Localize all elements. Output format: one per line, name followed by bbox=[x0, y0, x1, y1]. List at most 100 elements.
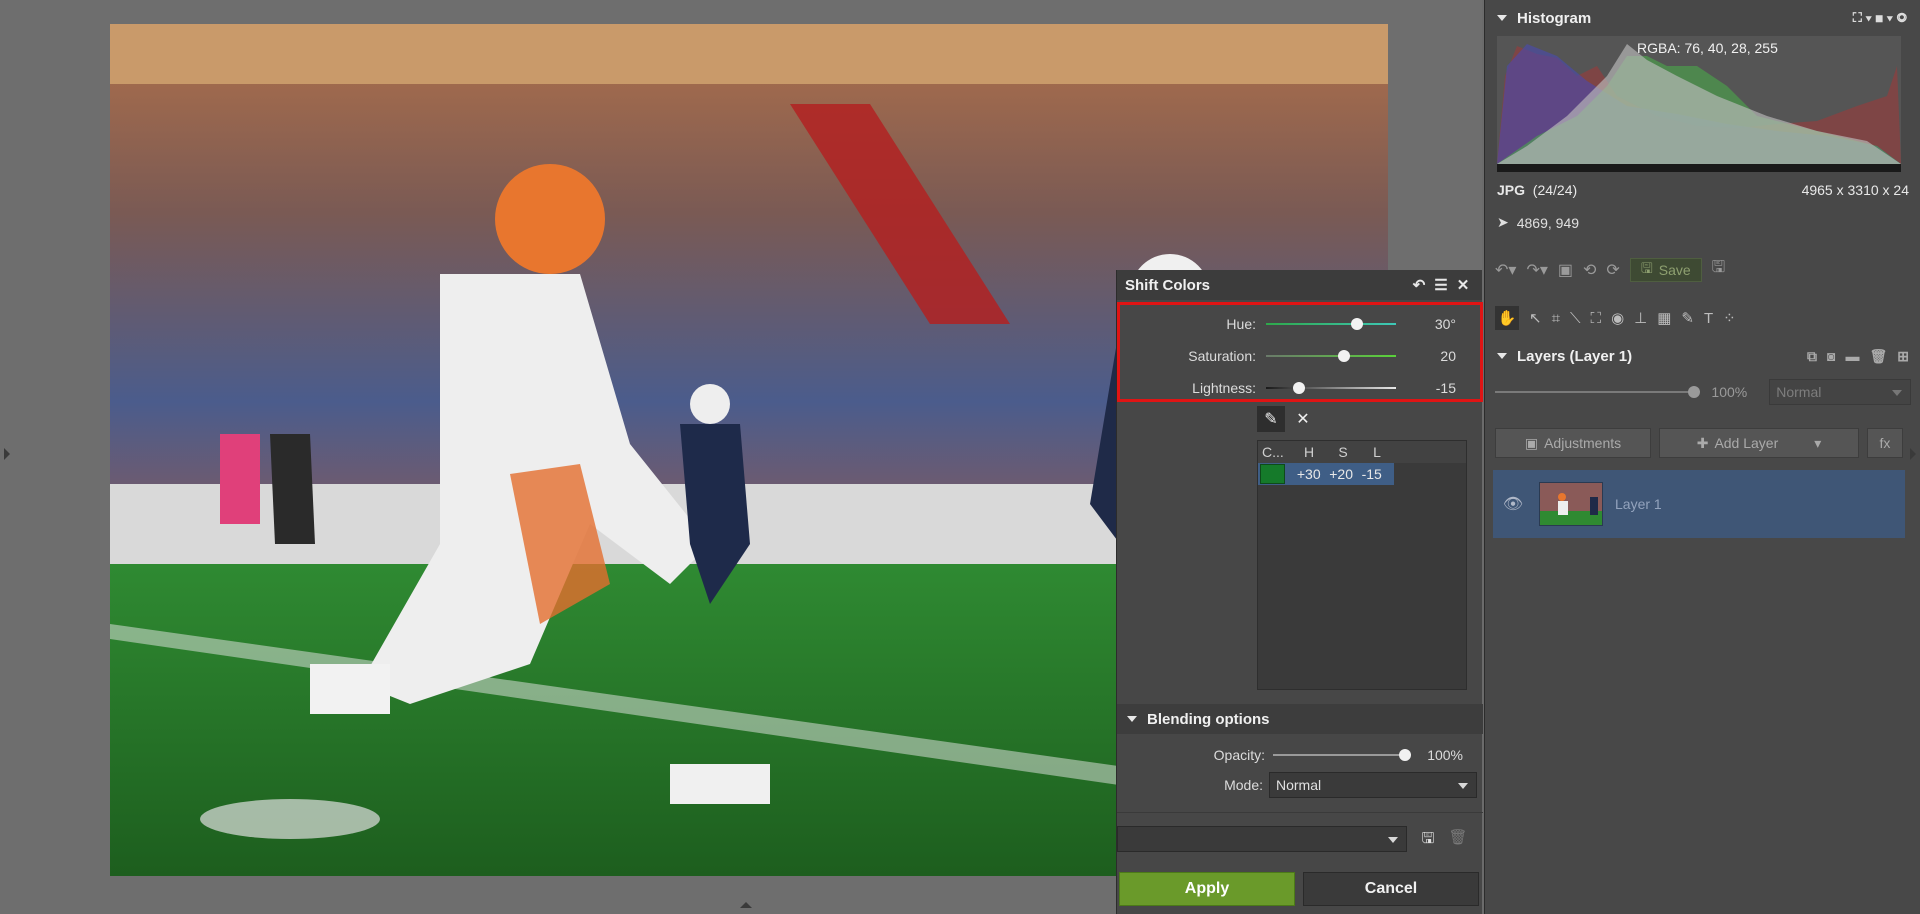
adjustments-button[interactable]: ▣ Adjustments bbox=[1495, 428, 1651, 458]
hand-tool-icon[interactable]: ✋ bbox=[1495, 306, 1519, 330]
divider bbox=[1117, 812, 1483, 813]
saturation-value[interactable]: 20 bbox=[1396, 348, 1456, 364]
preset-select[interactable] bbox=[1117, 826, 1407, 852]
folder-icon[interactable]: ▬ bbox=[1845, 348, 1859, 365]
expand-right-icon[interactable] bbox=[1910, 448, 1916, 460]
cursor-coords: 4869, 949 bbox=[1516, 214, 1580, 231]
col-s: S bbox=[1338, 444, 1348, 460]
transform-tool-icon[interactable]: ⟍ bbox=[1570, 310, 1581, 327]
saturation-slider-knob[interactable] bbox=[1338, 350, 1350, 362]
layers-title: Layers (Layer 1) bbox=[1517, 347, 1633, 365]
close-icon[interactable]: ✕ bbox=[1452, 276, 1474, 294]
delete-layer-icon[interactable]: 🗑 bbox=[1869, 348, 1887, 365]
saturation-slider[interactable] bbox=[1266, 350, 1396, 362]
row-h: +30 bbox=[1296, 466, 1321, 482]
histogram-options-icon[interactable]: ⛶ ▾ ◼ ▾ ◎ bbox=[1853, 10, 1907, 26]
right-panel: Histogram ⛶ ▾ ◼ ▾ ◎ RGBA: 76, 40, 28, 25… bbox=[1484, 0, 1920, 914]
redo-icon[interactable]: ↷▾ bbox=[1526, 260, 1547, 280]
chevron-down-icon bbox=[1388, 837, 1398, 843]
file-info-row: JPG (24/24) 4965 x 3310 x 24 bbox=[1497, 182, 1909, 198]
expand-left-icon[interactable] bbox=[4, 448, 10, 460]
duplicate-layer-icon[interactable]: ⧉ bbox=[1807, 348, 1817, 365]
hue-label: Hue: bbox=[1226, 316, 1256, 332]
chevron-down-icon[interactable]: ▾ bbox=[1814, 435, 1821, 452]
merge-layers-icon[interactable]: ⊞ bbox=[1897, 348, 1909, 365]
undo-icon[interactable]: ↶▾ bbox=[1495, 260, 1516, 280]
lightness-row: Lightness: -15 bbox=[1120, 377, 1480, 399]
apply-button[interactable]: Apply bbox=[1119, 872, 1295, 906]
histogram-title: Histogram bbox=[1517, 9, 1592, 27]
lightness-label: Lightness: bbox=[1192, 380, 1256, 396]
mode-row: Mode: Normal bbox=[1117, 772, 1483, 798]
layer-opacity-value[interactable]: 100% bbox=[1694, 384, 1747, 400]
opacity-value[interactable]: 100% bbox=[1405, 747, 1463, 763]
save-button[interactable]: 🖫 Save bbox=[1629, 257, 1702, 282]
clone-tool-icon[interactable]: ✎ bbox=[1681, 309, 1694, 327]
lightness-slider[interactable] bbox=[1266, 382, 1396, 394]
save-label: Save bbox=[1658, 261, 1691, 278]
dialog-titlebar: Shift Colors ↶ ☰ ✕ bbox=[1117, 270, 1482, 300]
lightness-slider-knob[interactable] bbox=[1292, 382, 1305, 394]
menu-icon[interactable]: ☰ bbox=[1430, 276, 1452, 294]
rotate-right-icon[interactable]: ⟳ bbox=[1606, 260, 1619, 280]
picker-row: ✎ ✕ bbox=[1257, 406, 1317, 432]
layer-opacity-row: 100% Normal bbox=[1495, 379, 1911, 405]
add-layer-button[interactable]: ✚ Add Layer ▾ bbox=[1659, 428, 1859, 458]
file-index: (24/24) bbox=[1532, 182, 1578, 198]
col-color: C... bbox=[1262, 444, 1284, 460]
brush-tool-icon[interactable]: ▦ bbox=[1657, 309, 1671, 327]
text-tool-icon[interactable]: T bbox=[1704, 310, 1713, 327]
dialog-title: Shift Colors bbox=[1125, 276, 1210, 294]
opacity-slider-knob[interactable] bbox=[1399, 749, 1411, 761]
save-as-icon[interactable]: 🖫 bbox=[1712, 256, 1726, 283]
layer-item[interactable]: 👁 Layer 1 bbox=[1493, 470, 1905, 538]
saturation-row: Saturation: 20 bbox=[1120, 345, 1480, 367]
add-layer-label: Add Layer bbox=[1714, 435, 1779, 451]
layer-opacity-knob[interactable] bbox=[1687, 386, 1700, 398]
plus-icon: ✚ bbox=[1696, 434, 1709, 451]
histogram-header[interactable]: Histogram ⛶ ▾ ◼ ▾ ◎ bbox=[1485, 2, 1920, 34]
row-s: +20 bbox=[1329, 466, 1353, 482]
eyedropper-icon[interactable]: ✎ bbox=[1257, 406, 1285, 432]
layer-blend-mode-select[interactable]: Normal bbox=[1769, 379, 1911, 405]
layer-opacity-slider[interactable] bbox=[1495, 386, 1700, 398]
params-highlight-box: Hue: 30° Saturation: 20 Lightness: -15 bbox=[1117, 302, 1483, 402]
pointer-tool-icon[interactable]: ↖ bbox=[1529, 309, 1542, 327]
visibility-eye-icon[interactable]: 👁 bbox=[1493, 494, 1533, 514]
fx-button[interactable]: fx bbox=[1867, 428, 1903, 458]
layer-actions: ⧉ ◙ ▬ 🗑 ⊞ bbox=[1807, 348, 1909, 365]
table-row[interactable]: +30 +20 -15 bbox=[1258, 463, 1394, 485]
image-icon[interactable]: ▣ bbox=[1558, 260, 1573, 280]
collapse-icon bbox=[1497, 353, 1507, 359]
cancel-button[interactable]: Cancel bbox=[1303, 872, 1479, 906]
mode-select[interactable]: Normal bbox=[1269, 772, 1477, 798]
reset-icon[interactable]: ↶ bbox=[1408, 276, 1430, 294]
selection-tool-icon[interactable]: ⛶ bbox=[1591, 310, 1602, 327]
expand-bottom-icon[interactable] bbox=[740, 902, 752, 908]
chevron-down-icon bbox=[1892, 390, 1902, 396]
crop-tool-icon[interactable]: ⌗ bbox=[1552, 310, 1560, 327]
remove-color-icon[interactable]: ✕ bbox=[1289, 406, 1317, 432]
lightness-value[interactable]: -15 bbox=[1396, 380, 1456, 396]
file-type-info: JPG (24/24) bbox=[1497, 182, 1577, 198]
opacity-slider[interactable] bbox=[1273, 749, 1411, 761]
rotate-left-icon[interactable]: ⟲ bbox=[1583, 260, 1596, 280]
save-preset-icon[interactable]: 🖫 bbox=[1417, 828, 1439, 850]
shift-colors-dialog: Shift Colors ↶ ☰ ✕ Hue: 30° Saturation: … bbox=[1116, 270, 1483, 914]
tools-toolbar: ✋ ↖ ⌗ ⟍ ⛶ ◉ ⊥ ▦ ✎ T ⁘ bbox=[1495, 306, 1736, 330]
level-tool-icon[interactable]: ⊥ bbox=[1634, 309, 1647, 327]
more-tools-icon[interactable]: ⁘ bbox=[1723, 309, 1736, 327]
hue-slider-knob[interactable] bbox=[1351, 318, 1363, 330]
color-table[interactable]: C... H S L +30 +20 -15 bbox=[1257, 440, 1467, 690]
color-table-header: C... H S L bbox=[1258, 441, 1466, 463]
mask-icon[interactable]: ◙ bbox=[1827, 348, 1835, 365]
blending-options-header[interactable]: Blending options bbox=[1117, 704, 1483, 734]
eye-tool-icon[interactable]: ◉ bbox=[1611, 309, 1624, 327]
histogram-graph bbox=[1497, 36, 1901, 172]
hue-value[interactable]: 30° bbox=[1396, 316, 1456, 332]
chevron-down-icon bbox=[1458, 783, 1468, 789]
delete-preset-icon[interactable]: 🗑 bbox=[1447, 828, 1469, 850]
layers-header[interactable]: Layers (Layer 1) ⧉ ◙ ▬ 🗑 ⊞ bbox=[1485, 340, 1920, 372]
hue-slider[interactable] bbox=[1266, 318, 1396, 330]
blending-title: Blending options bbox=[1147, 710, 1270, 728]
